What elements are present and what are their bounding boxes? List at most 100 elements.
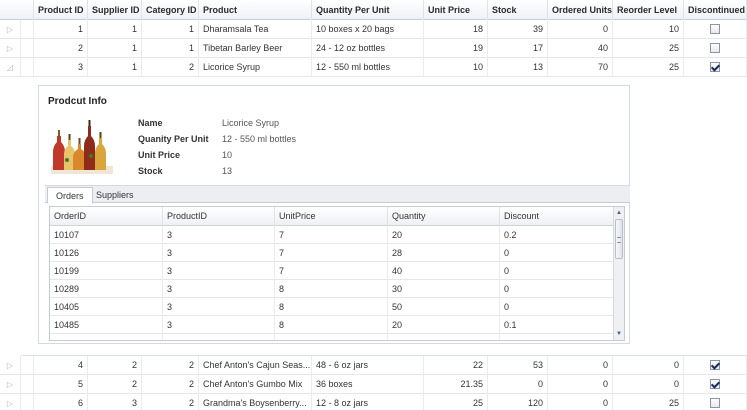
cell-stock[interactable]: 39 bbox=[488, 20, 548, 39]
scroll-up-icon[interactable]: ▲ bbox=[615, 209, 623, 217]
cell-reorder-level[interactable]: 25 bbox=[613, 394, 684, 410]
orders-cell[interactable]: 40 bbox=[388, 262, 500, 280]
cell-product-name[interactable]: Chef Anton's Cajun Seas... bbox=[199, 356, 312, 375]
column-header-reorder-level[interactable]: Reorder Level bbox=[613, 0, 684, 20]
orders-cell[interactable]: 50 bbox=[388, 298, 500, 316]
orders-column-discount[interactable]: Discount bbox=[500, 207, 616, 226]
column-header-category-id[interactable]: Category ID bbox=[142, 0, 199, 20]
cell-product-id[interactable]: 2 bbox=[34, 39, 88, 58]
column-header-product-id[interactable]: Product ID bbox=[34, 0, 88, 20]
table-row[interactable]: ◿ 3 1 2 Licorice Syrup 12 - 550 ml bottles 10 1… bbox=[0, 58, 747, 77]
cell-product-id[interactable]: 3 bbox=[34, 58, 88, 77]
column-header-supplier-id[interactable]: Supplier ID bbox=[88, 0, 142, 20]
table-row[interactable]: ▷ 5 2 2 Chef Anton's Gumbo Mix 36 boxes 21.35 0… bbox=[0, 375, 747, 394]
expand-arrow-icon[interactable]: ▷ bbox=[0, 375, 21, 394]
orders-cell[interactable]: 7 bbox=[275, 226, 388, 244]
cell-quantity-per-unit[interactable]: 10 boxes x 20 bags bbox=[312, 20, 424, 39]
orders-cell[interactable]: 30 bbox=[388, 280, 500, 298]
table-row[interactable]: ▷ 4 2 2 Chef Anton's Cajun Seas... 48 - 6 oz … bbox=[0, 356, 747, 375]
cell-ordered-units[interactable]: 0 bbox=[548, 356, 613, 375]
cell-supplier-id[interactable]: 2 bbox=[88, 375, 142, 394]
orders-cell[interactable]: 0 bbox=[500, 244, 616, 262]
cell-reorder-level[interactable]: 0 bbox=[613, 375, 684, 394]
orders-cell[interactable] bbox=[388, 334, 500, 340]
column-header-stock[interactable]: Stock bbox=[488, 0, 548, 20]
cell-category-id[interactable]: 1 bbox=[142, 20, 199, 39]
expand-arrow-icon[interactable]: ▷ bbox=[0, 20, 21, 39]
orders-cell[interactable] bbox=[275, 334, 388, 340]
orders-column-quantity[interactable]: Quantity bbox=[388, 207, 500, 226]
cell-unit-price[interactable]: 18 bbox=[424, 20, 488, 39]
orders-cell[interactable]: 3 bbox=[163, 298, 275, 316]
orders-cell[interactable]: 28 bbox=[388, 244, 500, 262]
cell-unit-price[interactable]: 19 bbox=[424, 39, 488, 58]
cell-reorder-level[interactable]: 25 bbox=[613, 58, 684, 77]
orders-cell[interactable]: 10485 bbox=[50, 316, 163, 334]
scroll-thumb[interactable] bbox=[615, 219, 623, 259]
orders-row[interactable]: 10485 3 8 20 0.1 bbox=[50, 316, 616, 334]
orders-cell[interactable]: 0.1 bbox=[500, 316, 616, 334]
orders-row[interactable] bbox=[50, 334, 616, 340]
orders-row[interactable]: 10289 3 8 30 0 bbox=[50, 280, 616, 298]
orders-column-productid[interactable]: ProductID bbox=[163, 207, 275, 226]
cell-stock[interactable]: 53 bbox=[488, 356, 548, 375]
orders-cell[interactable]: 0.2 bbox=[500, 226, 616, 244]
cell-reorder-level[interactable]: 10 bbox=[613, 20, 684, 39]
orders-cell[interactable]: 3 bbox=[163, 316, 275, 334]
cell-supplier-id[interactable]: 1 bbox=[88, 58, 142, 77]
orders-cell[interactable]: 10289 bbox=[50, 280, 163, 298]
orders-cell[interactable]: 3 bbox=[163, 244, 275, 262]
orders-cell[interactable]: 10107 bbox=[50, 226, 163, 244]
orders-cell[interactable] bbox=[163, 334, 275, 340]
tab-orders[interactable]: Orders bbox=[47, 187, 93, 204]
cell-product-name[interactable]: Tibetan Barley Beer bbox=[199, 39, 312, 58]
orders-cell[interactable]: 0 bbox=[500, 262, 616, 280]
cell-quantity-per-unit[interactable]: 24 - 12 oz bottles bbox=[312, 39, 424, 58]
cell-unit-price[interactable]: 25 bbox=[424, 394, 488, 410]
cell-product-id[interactable]: 4 bbox=[34, 356, 88, 375]
discontinued-checkbox[interactable] bbox=[710, 397, 720, 408]
orders-row[interactable]: 10126 3 7 28 0 bbox=[50, 244, 616, 262]
cell-category-id[interactable]: 2 bbox=[142, 375, 199, 394]
cell-category-id[interactable]: 2 bbox=[142, 58, 199, 77]
cell-stock[interactable]: 13 bbox=[488, 58, 548, 77]
cell-category-id[interactable]: 2 bbox=[142, 394, 199, 410]
discontinued-checkbox[interactable] bbox=[710, 42, 720, 53]
cell-category-id[interactable]: 2 bbox=[142, 356, 199, 375]
cell-product-name[interactable]: Dharamsala Tea bbox=[199, 20, 312, 39]
cell-unit-price[interactable]: 10 bbox=[424, 58, 488, 77]
cell-quantity-per-unit[interactable]: 36 boxes bbox=[312, 375, 424, 394]
cell-quantity-per-unit[interactable]: 48 - 6 oz jars bbox=[312, 356, 424, 375]
cell-unit-price[interactable]: 22 bbox=[424, 356, 488, 375]
orders-vertical-scrollbar[interactable]: ▲ ▼ bbox=[613, 207, 624, 340]
orders-cell[interactable]: 8 bbox=[275, 298, 388, 316]
cell-supplier-id[interactable]: 3 bbox=[88, 394, 142, 410]
scroll-down-icon[interactable]: ▼ bbox=[615, 330, 623, 338]
orders-cell[interactable]: 8 bbox=[275, 316, 388, 334]
orders-cell[interactable]: 3 bbox=[163, 262, 275, 280]
table-row[interactable]: ▷ 1 1 1 Dharamsala Tea 10 boxes x 20 bags 18 39… bbox=[0, 20, 747, 39]
orders-column-unitprice[interactable]: UnitPrice bbox=[275, 207, 388, 226]
collapse-arrow-icon[interactable]: ◿ bbox=[0, 58, 21, 77]
cell-stock[interactable]: 17 bbox=[488, 39, 548, 58]
cell-quantity-per-unit[interactable]: 12 - 8 oz jars bbox=[312, 394, 424, 410]
column-header-unit-price[interactable]: Unit Price bbox=[424, 0, 488, 20]
orders-cell[interactable]: 0 bbox=[500, 298, 616, 316]
table-row[interactable]: ▷ 2 1 1 Tibetan Barley Beer 24 - 12 oz bottle… bbox=[0, 39, 747, 58]
cell-supplier-id[interactable]: 2 bbox=[88, 356, 142, 375]
column-header-quantity-per-unit[interactable]: Quantity Per Unit bbox=[312, 0, 424, 20]
cell-reorder-level[interactable]: 0 bbox=[613, 356, 684, 375]
cell-product-id[interactable]: 5 bbox=[34, 375, 88, 394]
discontinued-checkbox[interactable] bbox=[710, 61, 720, 72]
expand-arrow-icon[interactable]: ▷ bbox=[0, 39, 21, 58]
orders-cell[interactable]: 10199 bbox=[50, 262, 163, 280]
cell-stock[interactable]: 0 bbox=[488, 375, 548, 394]
discontinued-checkbox[interactable] bbox=[710, 359, 720, 370]
cell-ordered-units[interactable]: 0 bbox=[548, 394, 613, 410]
orders-cell[interactable]: 8 bbox=[275, 280, 388, 298]
discontinued-checkbox[interactable] bbox=[710, 378, 720, 389]
orders-cell[interactable]: 0 bbox=[500, 280, 616, 298]
cell-supplier-id[interactable]: 1 bbox=[88, 20, 142, 39]
cell-ordered-units[interactable]: 40 bbox=[548, 39, 613, 58]
column-header-product[interactable]: Product bbox=[199, 0, 312, 20]
